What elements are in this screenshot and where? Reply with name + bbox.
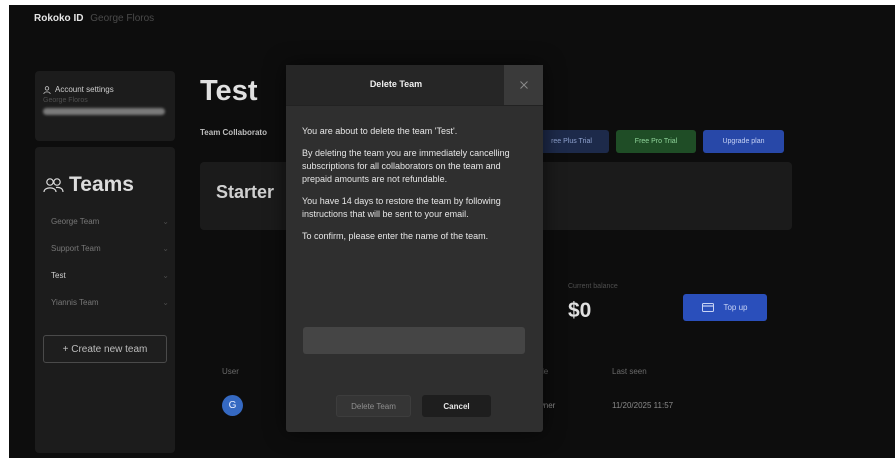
account-user-name: George Floros [43, 97, 88, 104]
credit-card-icon [702, 303, 715, 312]
current-balance-value: $0 [568, 299, 592, 322]
dialog-title: Delete Team [369, 79, 423, 89]
teams-panel: Teams George Team ⌄ Support Team ⌄ Test … [35, 147, 175, 453]
upgrade-plan-button[interactable]: Upgrade plan [703, 130, 784, 153]
sidebar-team-yiannis[interactable]: Yiannis Team ⌄ [51, 298, 169, 307]
dialog-body: You are about to delete the team 'Test'.… [302, 125, 528, 252]
team-label: Yiannis Team [51, 298, 99, 307]
team-label: Support Team [51, 244, 101, 253]
free-plus-trial-button[interactable]: ree Plus Trial [534, 130, 609, 153]
chevron-down-icon[interactable]: ⌄ [162, 271, 169, 280]
redacted-email [43, 108, 165, 115]
close-icon [519, 81, 528, 89]
top-up-button[interactable]: Top up [683, 294, 767, 321]
free-pro-trial-button[interactable]: Free Pro Trial [616, 130, 696, 153]
delete-team-dialog: Delete Team You are about to delete the … [286, 65, 543, 432]
users-icon [43, 178, 64, 193]
dialog-header: Delete Team [286, 65, 543, 106]
table-cell-last-seen: 11/20/2025 11:57 [612, 401, 674, 410]
teams-heading-label: Teams [69, 173, 134, 196]
sidebar-team-george[interactable]: George Team ⌄ [51, 217, 169, 226]
dialog-paragraph: By deleting the team you are immediately… [302, 148, 510, 184]
avatar: G [222, 395, 243, 416]
app-window: Rokoko ID George Floros Account settings… [9, 5, 895, 458]
sidebar: Account settings George Floros Teams Geo… [35, 71, 175, 453]
sidebar-team-test[interactable]: Test ⌄ [51, 271, 169, 280]
plan-card-title: Starter [216, 182, 275, 202]
column-header-last-seen: Last seen [612, 367, 647, 376]
top-up-label: Top up [723, 303, 748, 312]
top-bar-user-name: George Floros [90, 13, 155, 24]
team-label: George Team [51, 217, 100, 226]
account-settings-row[interactable]: Account settings [43, 85, 175, 94]
cancel-button[interactable]: Cancel [422, 395, 491, 417]
account-settings-label: Account settings [55, 85, 114, 94]
chevron-down-icon[interactable]: ⌄ [162, 217, 169, 226]
current-balance-label: Current balance [568, 283, 618, 290]
column-header-user: User [222, 367, 239, 376]
account-settings-card[interactable]: Account settings George Floros [35, 71, 175, 141]
sidebar-team-support[interactable]: Support Team ⌄ [51, 244, 169, 253]
chevron-down-icon[interactable]: ⌄ [162, 298, 169, 307]
team-name-confirm-input[interactable] [303, 327, 525, 354]
chevron-down-icon[interactable]: ⌄ [162, 244, 169, 253]
page-title: Test [200, 75, 258, 107]
team-collaborators-label: Team Collaborato [200, 128, 267, 137]
top-bar: Rokoko ID George Floros [34, 13, 154, 24]
create-new-team-button[interactable]: + Create new team [43, 335, 167, 363]
close-button[interactable] [504, 65, 543, 105]
dialog-paragraph: You are about to delete the team 'Test'. [302, 126, 458, 136]
dialog-paragraph: You have 14 days to restore the team by … [302, 196, 501, 219]
person-icon [43, 85, 51, 94]
team-label: Test [51, 271, 66, 280]
dialog-paragraph: To confirm, please enter the name of the… [302, 231, 489, 241]
brand-logo-text[interactable]: Rokoko ID [34, 13, 83, 24]
teams-heading: Teams [43, 173, 134, 197]
delete-team-button[interactable]: Delete Team [336, 395, 411, 417]
